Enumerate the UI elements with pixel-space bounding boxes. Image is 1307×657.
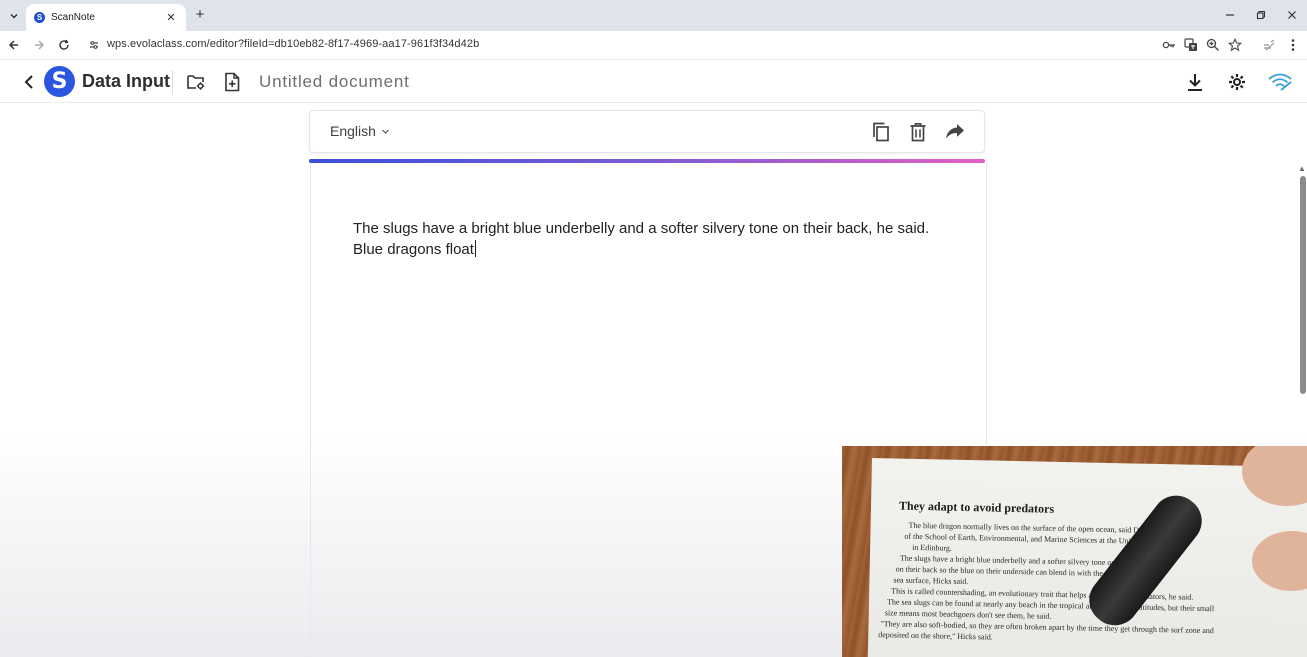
editor-text-content[interactable]: The slugs have a bright blue underbelly … <box>353 218 953 260</box>
camera-video-overlay: They adapt to avoid predators The blue d… <box>842 446 1307 657</box>
app-back-button[interactable] <box>20 72 38 92</box>
trash-icon <box>910 122 926 142</box>
browser-tabstrip: S ScanNote ✕ + <box>0 0 1307 31</box>
arrow-left-icon <box>8 40 18 50</box>
reload-button[interactable] <box>56 37 72 53</box>
url-bar[interactable]: wps.evolaclass.com/editor?fileId=db10eb8… <box>107 38 479 50</box>
text-caret <box>474 240 476 257</box>
forward-nav-button[interactable] <box>31 37 47 53</box>
folder-settings-button[interactable] <box>185 71 207 93</box>
browser-toolbar: wps.evolaclass.com/editor?fileId=db10eb8… <box>0 31 1307 60</box>
tab-close-icon[interactable]: ✕ <box>164 11 178 24</box>
language-select[interactable]: English <box>330 123 390 139</box>
file-add-icon <box>225 72 240 92</box>
kebab-menu-icon <box>1291 39 1295 51</box>
browser-menu-button[interactable] <box>1285 37 1301 53</box>
pen-connection-button[interactable] <box>1266 71 1294 93</box>
site-info-icon[interactable] <box>88 39 100 51</box>
zoom-button[interactable] <box>1205 37 1221 53</box>
copy-icon <box>873 122 889 142</box>
app-logo: S <box>44 66 75 97</box>
password-key-button[interactable] <box>1161 37 1177 53</box>
new-tab-button[interactable]: + <box>192 7 208 23</box>
extension-button[interactable] <box>1261 37 1277 53</box>
browser-tab[interactable]: S ScanNote ✕ <box>26 4 186 31</box>
recognized-text: The slugs have a bright blue underbelly … <box>353 220 930 258</box>
share-button[interactable] <box>944 121 966 143</box>
restore-button[interactable] <box>1252 6 1270 24</box>
app-title: Data Input <box>82 71 170 91</box>
tab-title: ScanNote <box>51 12 95 23</box>
editor-toolbar: English <box>309 110 985 153</box>
document-title[interactable]: Untitled document <box>259 72 410 92</box>
close-window-button[interactable] <box>1283 6 1301 24</box>
translate-icon <box>1184 38 1197 51</box>
zoom-in-icon <box>1206 38 1219 51</box>
delete-button[interactable] <box>907 121 929 143</box>
chevron-left-icon <box>24 75 33 89</box>
close-icon <box>1288 11 1296 19</box>
reload-icon <box>59 39 69 50</box>
back-nav-button[interactable] <box>6 37 22 53</box>
scanned-paper: They adapt to avoid predators The blue d… <box>867 458 1307 657</box>
download-icon <box>1188 74 1202 91</box>
minimize-icon <box>1226 14 1234 16</box>
chevron-down-icon <box>381 129 389 134</box>
arrow-right-icon <box>35 40 45 50</box>
paper-line: sea surface, Hicks said. <box>893 575 969 587</box>
share-arrow-icon <box>946 124 964 139</box>
copy-button[interactable] <box>870 121 892 143</box>
minimize-button[interactable] <box>1221 6 1239 24</box>
reading-list-icon <box>1264 39 1275 51</box>
app-header: S Data Input Untitled document <box>0 61 1307 103</box>
paper-heading: They adapt to avoid predators <box>898 498 1055 516</box>
chevron-down-icon <box>10 13 18 19</box>
logo-letter: S <box>51 69 68 94</box>
download-button[interactable] <box>1184 71 1206 93</box>
scroll-up-arrow[interactable]: ▲ <box>1297 164 1307 174</box>
page-scrollbar-thumb[interactable] <box>1300 176 1306 394</box>
key-icon <box>1162 41 1175 49</box>
folder-gear-icon <box>187 75 205 90</box>
gear-icon <box>1229 74 1245 90</box>
translate-button[interactable] <box>1183 37 1199 53</box>
tab-list-button[interactable] <box>5 7 23 25</box>
paper-line: deposited on the shore," Hicks said. <box>878 630 993 642</box>
wifi-pen-icon <box>1268 73 1292 91</box>
new-document-button[interactable] <box>221 71 243 93</box>
restore-icon <box>1256 10 1266 20</box>
language-label: English <box>330 123 376 139</box>
scannote-favicon-icon: S <box>34 12 45 23</box>
bookmark-button[interactable] <box>1227 37 1243 53</box>
settings-button[interactable] <box>1226 71 1248 93</box>
paper-line: in Edinburg. <box>912 542 953 553</box>
header-divider <box>172 70 173 94</box>
star-icon <box>1228 38 1242 52</box>
